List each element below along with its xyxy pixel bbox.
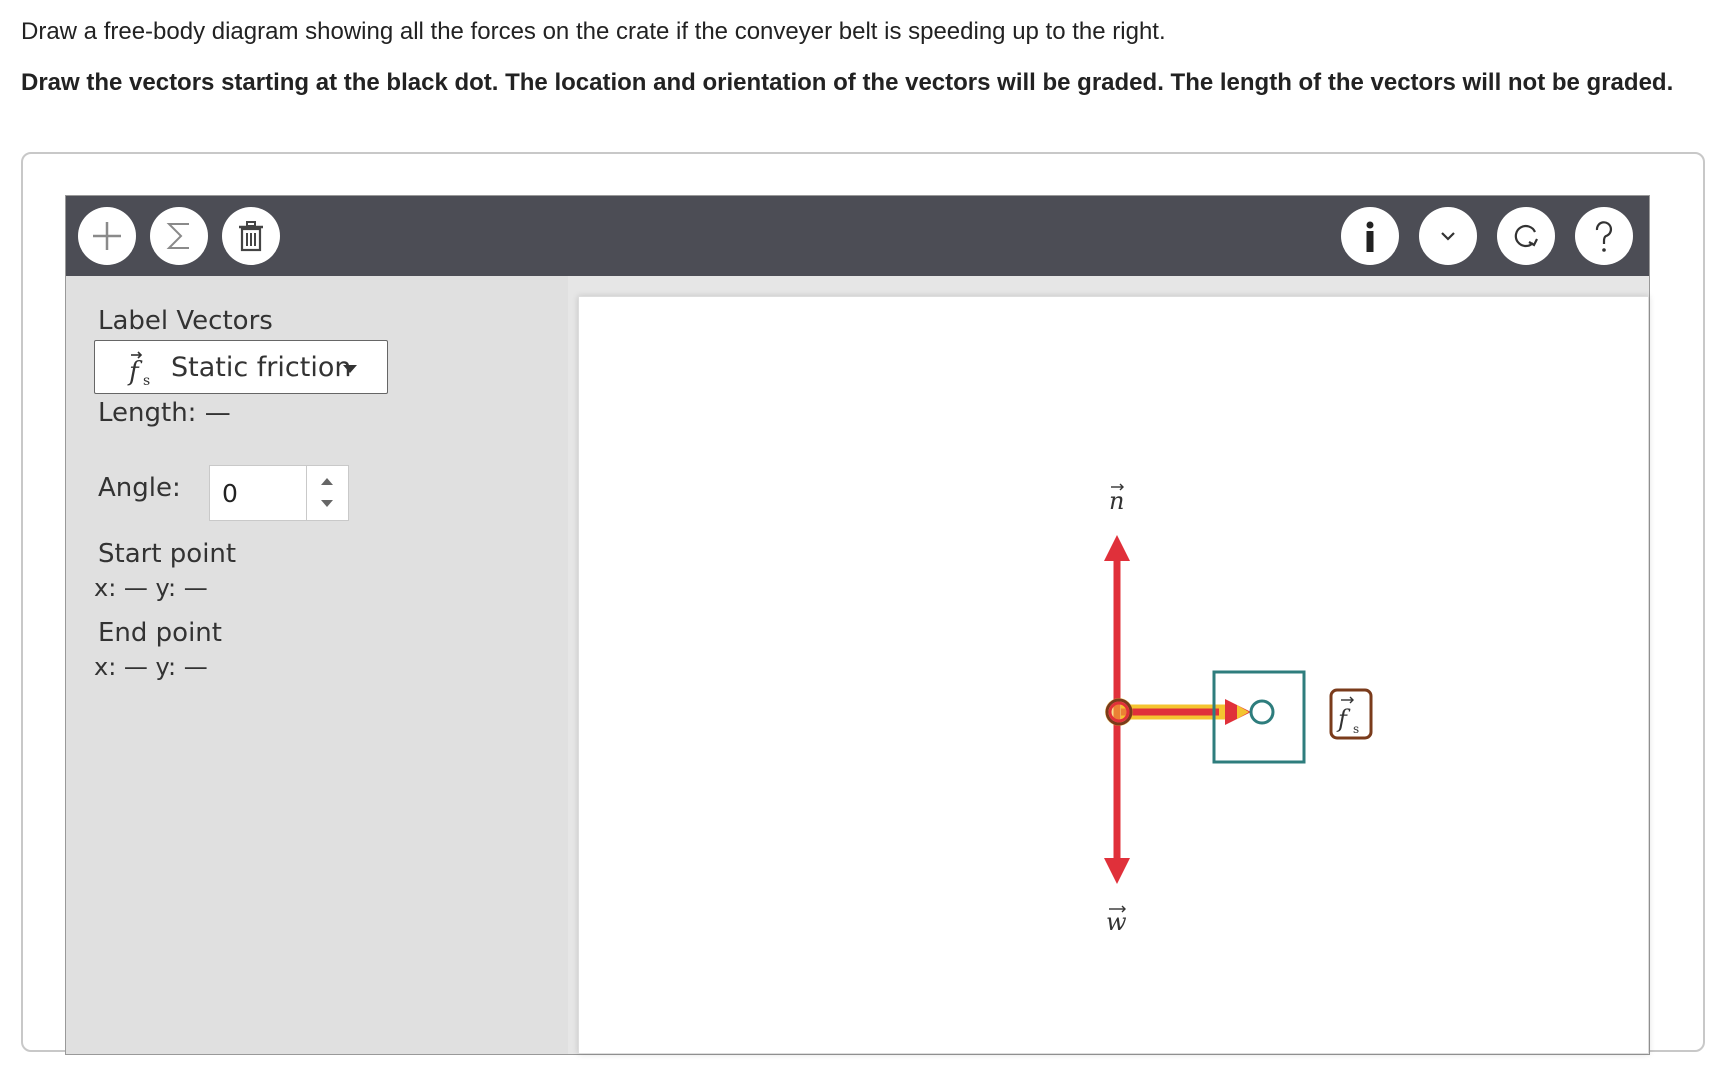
stepper-down-icon[interactable] — [321, 500, 333, 507]
vector-properties-panel: Label Vectors f s Static friction Length… — [66, 276, 566, 1054]
fbd-diagram: n w f s — [1104, 483, 1373, 936]
start-point-label: Start point — [98, 539, 237, 569]
stepper-up-icon[interactable] — [321, 478, 333, 485]
vector-symbol-icon: f s — [127, 351, 150, 389]
angle-input[interactable]: 0 — [209, 465, 349, 521]
angle-label: Angle: — [98, 473, 181, 503]
end-point-label: End point — [98, 618, 222, 648]
weight-label-text: w — [1106, 908, 1127, 936]
add-vector-button[interactable] — [78, 207, 136, 265]
vector-label-text: Static friction — [171, 352, 352, 383]
expand-button[interactable] — [1419, 207, 1477, 265]
reset-button[interactable] — [1497, 207, 1555, 265]
label-vectors-heading: Label Vectors — [98, 306, 273, 336]
delete-button[interactable] — [222, 207, 280, 265]
question-instructions: Draw the vectors starting at the black d… — [21, 69, 1674, 96]
normal-vector[interactable] — [1104, 535, 1130, 712]
canvas-area: n w f s — [568, 276, 1649, 1054]
friction-label-tag[interactable]: f s — [1329, 688, 1373, 740]
length-label-text: Length: — [98, 398, 197, 428]
info-button[interactable] — [1341, 207, 1399, 265]
start-point-value: x: — y: — — [94, 574, 208, 602]
vector-drawing-widget: Label Vectors f s Static friction Length… — [65, 195, 1650, 1055]
normal-label-text: n — [1109, 487, 1124, 515]
question-icon — [1595, 221, 1613, 252]
drawing-canvas[interactable]: n w f s — [578, 296, 1649, 1054]
sum-vectors-button[interactable] — [150, 207, 208, 265]
length-label: Length: — — [98, 398, 231, 428]
info-icon — [1366, 221, 1374, 252]
angle-stepper[interactable] — [306, 466, 348, 520]
weight-vector-label: w — [1106, 905, 1127, 936]
help-button[interactable] — [1575, 207, 1633, 265]
vector-subscript: s — [143, 373, 150, 389]
friction-tag-subscript: s — [1353, 722, 1359, 736]
toolbar — [66, 196, 1649, 276]
vector-label-select[interactable]: f s Static friction — [94, 340, 388, 394]
vector-symbol: f — [127, 357, 143, 387]
length-value: — — [204, 398, 231, 428]
origin-dot[interactable] — [1105, 698, 1133, 726]
sigma-icon — [166, 223, 189, 249]
chevron-down-icon — [343, 365, 357, 373]
normal-vector-label: n — [1109, 483, 1124, 515]
trash-icon — [239, 221, 263, 252]
reset-icon — [1514, 224, 1538, 248]
chevron-down-icon — [1441, 232, 1455, 241]
question-prompt: Draw a free-body diagram showing all the… — [21, 18, 1166, 45]
weight-vector[interactable] — [1104, 712, 1130, 884]
end-point-handle[interactable] — [1249, 699, 1275, 725]
plus-icon — [93, 222, 121, 250]
end-point-value: x: — y: — — [94, 653, 208, 681]
static-friction-vector[interactable] — [1121, 699, 1251, 725]
angle-value: 0 — [222, 479, 238, 508]
